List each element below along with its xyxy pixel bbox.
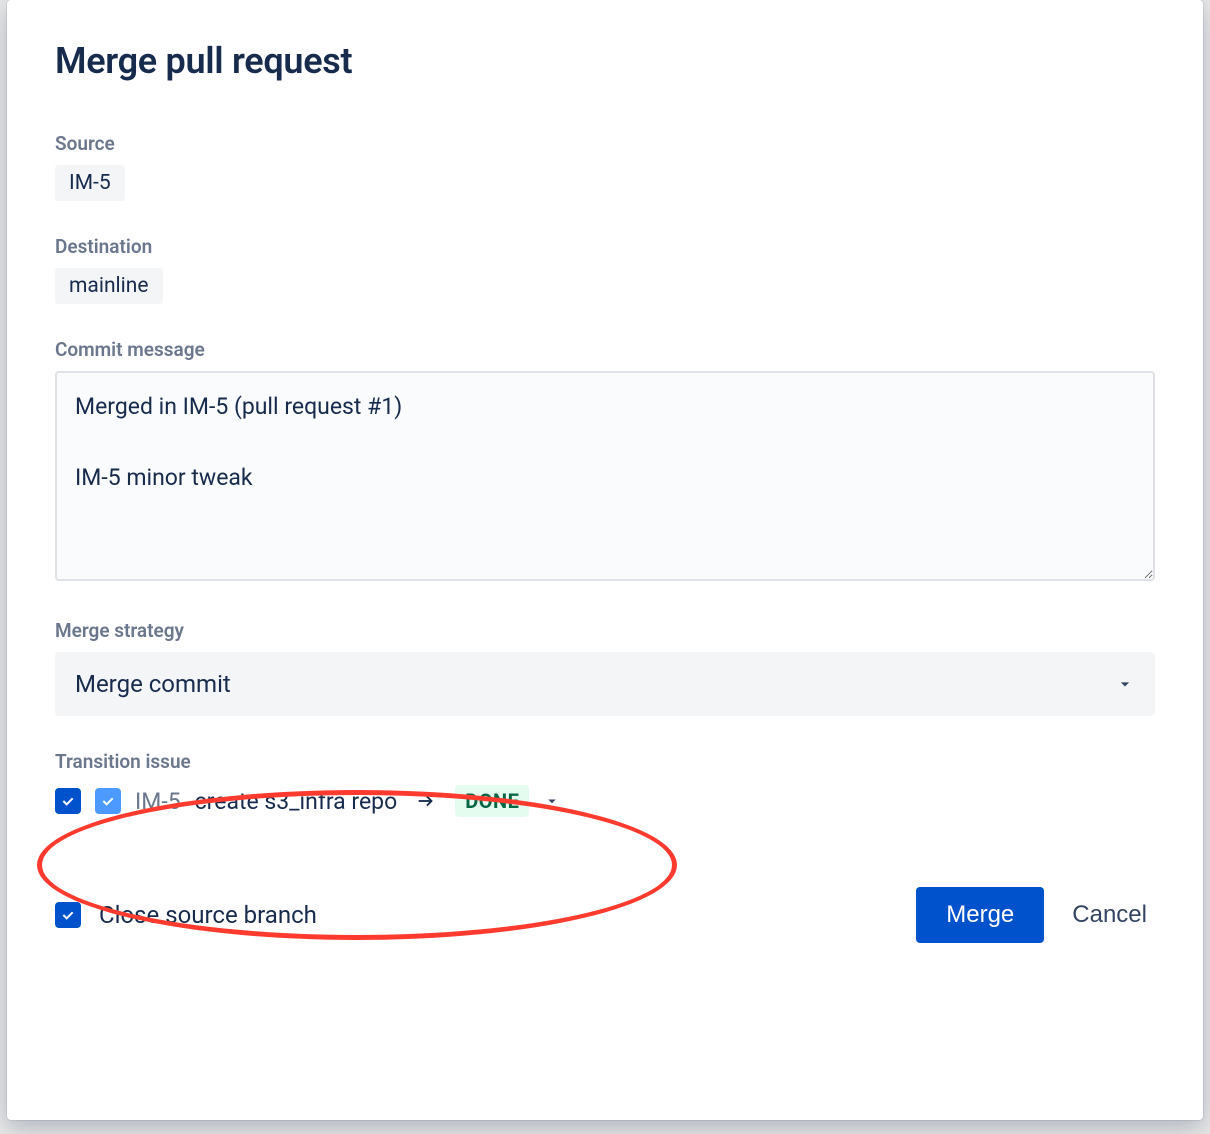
issue-key[interactable]: IM-5 xyxy=(135,788,181,815)
destination-label: Destination xyxy=(55,235,1155,258)
check-icon xyxy=(60,793,76,809)
destination-branch-tag[interactable]: mainline xyxy=(55,268,163,304)
transition-checkbox-outer[interactable] xyxy=(55,788,81,814)
source-field: Source IM-5 xyxy=(55,132,1155,201)
transition-checkbox-inner[interactable] xyxy=(95,788,121,814)
dialog-title: Merge pull request xyxy=(55,40,1155,82)
dialog-footer: Close source branch Merge Cancel xyxy=(55,887,1155,943)
commit-message-label: Commit message xyxy=(55,338,1155,361)
chevron-down-icon[interactable] xyxy=(543,792,561,810)
close-branch-row: Close source branch xyxy=(55,901,317,929)
commit-message-field: Commit message xyxy=(55,338,1155,585)
transition-issue-field: Transition issue IM-5 create s3_infra re… xyxy=(55,750,1155,817)
dialog-actions: Merge Cancel xyxy=(916,887,1155,943)
status-badge[interactable]: DONE xyxy=(455,785,529,817)
merge-button[interactable]: Merge xyxy=(916,887,1044,943)
merge-strategy-value: Merge commit xyxy=(75,670,231,698)
check-icon xyxy=(60,907,76,923)
issue-title: create s3_infra repo xyxy=(195,788,398,815)
merge-strategy-label: Merge strategy xyxy=(55,619,1155,642)
arrow-right-icon xyxy=(415,790,437,812)
cancel-button[interactable]: Cancel xyxy=(1064,887,1155,943)
merge-pull-request-dialog: Merge pull request Source IM-5 Destinati… xyxy=(7,0,1203,1120)
chevron-down-icon xyxy=(1115,674,1135,694)
close-branch-checkbox[interactable] xyxy=(55,902,81,928)
merge-strategy-select[interactable]: Merge commit xyxy=(55,652,1155,716)
transition-issue-row: IM-5 create s3_infra repo DONE xyxy=(55,785,1155,817)
source-label: Source xyxy=(55,132,1155,155)
commit-message-textarea[interactable] xyxy=(55,371,1155,581)
merge-strategy-field: Merge strategy Merge commit xyxy=(55,619,1155,716)
close-branch-label: Close source branch xyxy=(99,901,317,929)
check-icon xyxy=(100,793,116,809)
source-branch-tag[interactable]: IM-5 xyxy=(55,165,125,201)
destination-field: Destination mainline xyxy=(55,235,1155,304)
transition-issue-label: Transition issue xyxy=(55,750,1155,773)
